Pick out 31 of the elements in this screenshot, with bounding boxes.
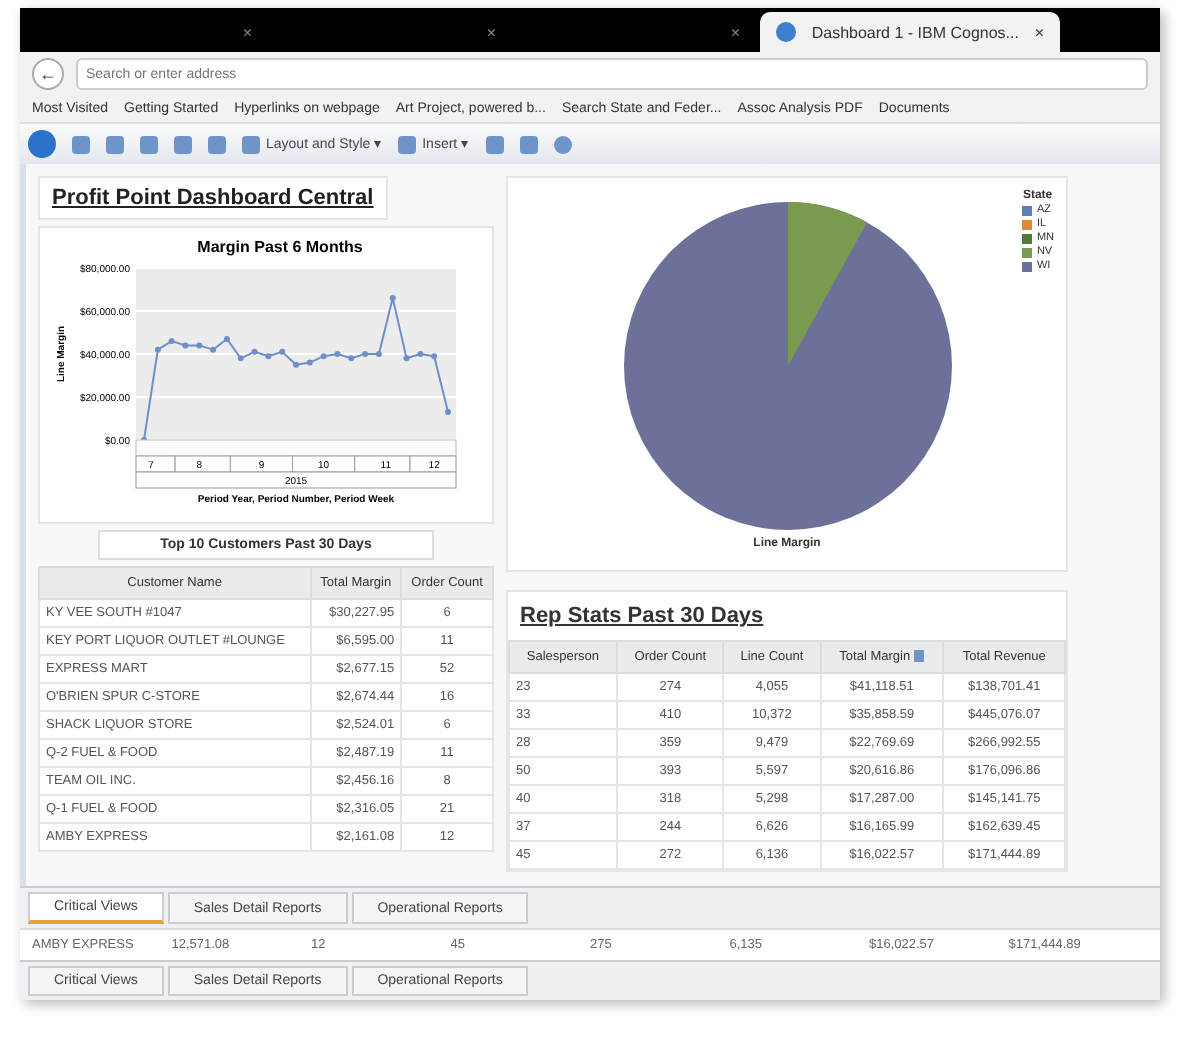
section-title: Rep Stats Past 30 Days: [518, 602, 766, 632]
data-point: [279, 348, 286, 355]
data-point: [210, 346, 217, 353]
data-point: [168, 338, 175, 345]
data-point: [431, 353, 438, 360]
data-point: [334, 351, 341, 357]
close-icon[interactable]: ×: [242, 23, 252, 41]
data-point: [362, 351, 369, 357]
data-point: [154, 346, 161, 353]
data-point: [375, 351, 382, 357]
data-point: [403, 355, 410, 362]
close-icon[interactable]: ×: [486, 23, 496, 41]
data-point: [320, 353, 327, 360]
data-point: [306, 359, 313, 366]
close-icon[interactable]: ×: [1034, 23, 1044, 41]
data-point: [265, 353, 272, 360]
data-point: [417, 351, 424, 357]
data-point: [182, 342, 189, 349]
data-point: [251, 348, 258, 355]
browser-tab[interactable]: Dashboard 1 - IBM Cognos... ×: [760, 12, 1060, 52]
close-icon[interactable]: ×: [730, 23, 740, 41]
data-point: [389, 295, 396, 302]
data-point: [237, 355, 244, 362]
data-point: [445, 409, 451, 416]
back-button[interactable]: ←: [32, 58, 64, 90]
data-point: [348, 355, 355, 362]
chart-title: Margin Past 6 Months: [197, 238, 363, 256]
data-point: [293, 361, 299, 368]
data-point: [223, 335, 230, 342]
dashboard-title: Profit Point Dashboard Central: [38, 176, 388, 220]
data-point: [196, 342, 203, 349]
